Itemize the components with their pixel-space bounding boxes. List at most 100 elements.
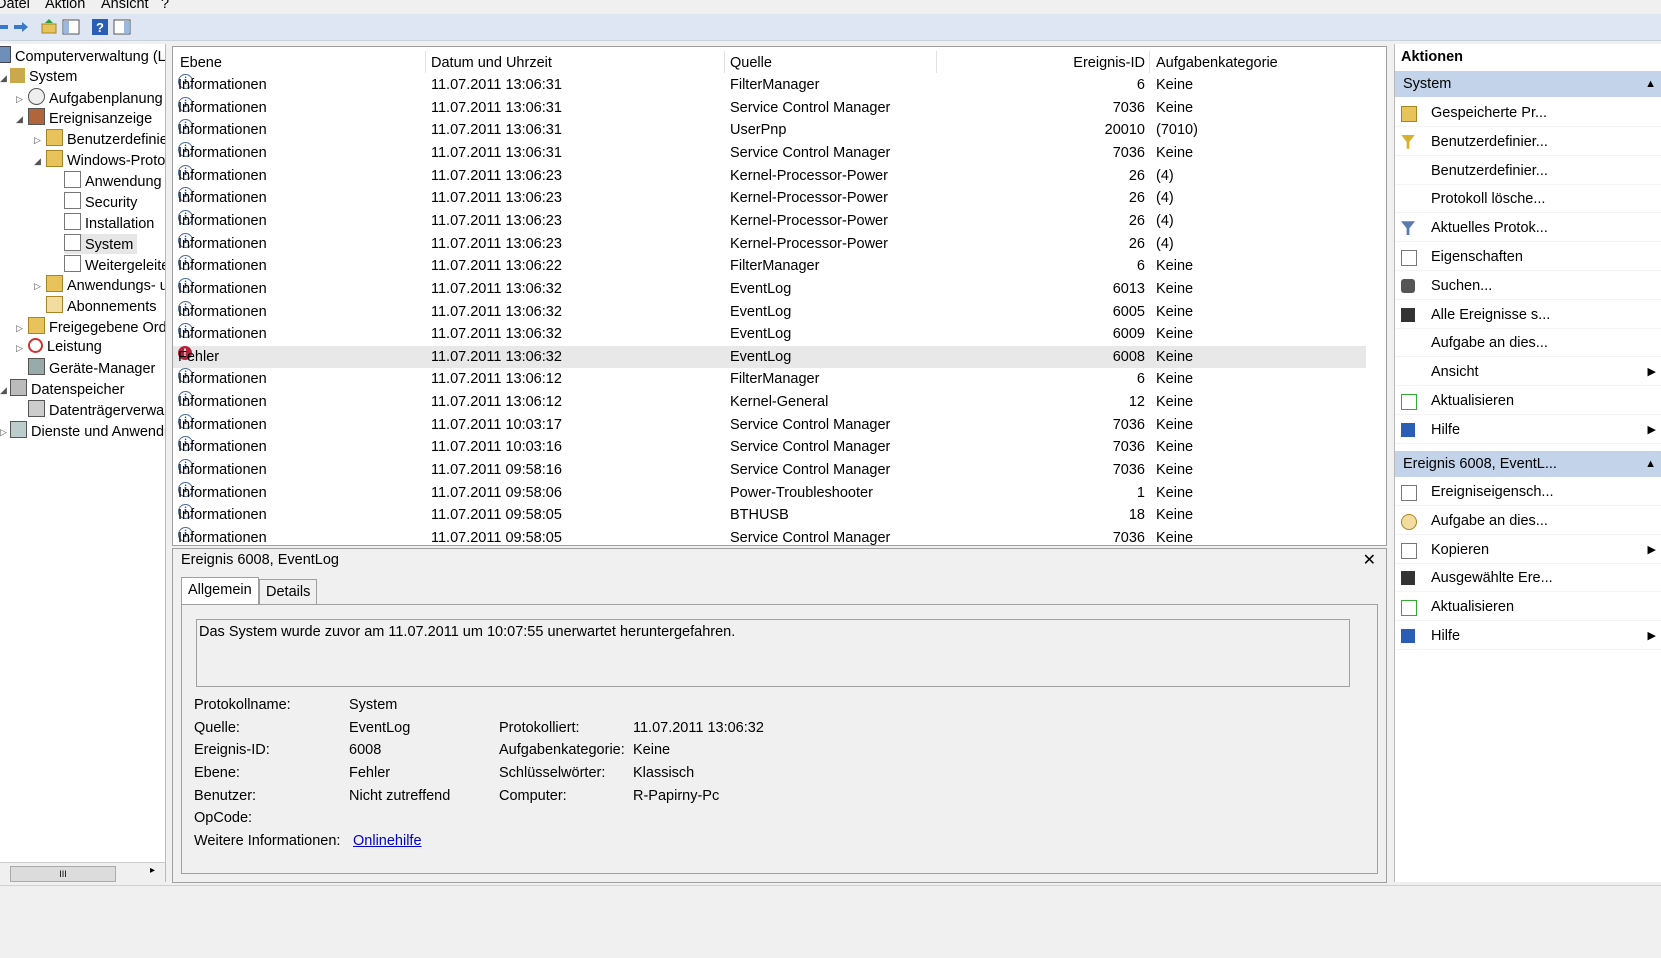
- menu-action[interactable]: Aktion: [45, 0, 85, 12]
- table-row[interactable]: i Informationen 11.07.2011 09:58:16 Service…: [173, 459, 1366, 481]
- action-item[interactable]: Alle Ereignisse s...: [1395, 301, 1661, 329]
- scroll-right-icon[interactable]: ▸: [150, 865, 155, 876]
- menu-help[interactable]: ?: [161, 0, 169, 12]
- action-item[interactable]: Ausgewählte Ere...: [1395, 564, 1661, 593]
- column-divider[interactable]: [425, 51, 426, 73]
- tree-item-services-apps[interactable]: Dienste und Anwendu: [10, 421, 165, 441]
- tree-item-task-scheduler[interactable]: Aufgabenplanung: [28, 88, 163, 108]
- tab-details[interactable]: Details: [259, 579, 318, 604]
- tree-item-security[interactable]: Security: [64, 192, 137, 212]
- table-row[interactable]: i Informationen 11.07.2011 13:06:32 EventLo…: [173, 323, 1366, 345]
- online-help-link[interactable]: Onlinehilfe: [353, 833, 422, 849]
- table-row[interactable]: i Informationen 11.07.2011 09:58:05 BTHUSB 1…: [173, 504, 1366, 526]
- table-row[interactable]: ! Fehler 11.07.2011 13:06:32 EventLog 6008 Ke…: [173, 345, 1366, 368]
- tree-item-storage[interactable]: Datenspeicher: [10, 379, 125, 399]
- tree-item-disk-management[interactable]: Datenträgerverwal: [28, 400, 165, 420]
- action-item[interactable]: Ereigniseigensch...: [1395, 478, 1661, 506]
- table-row[interactable]: i Informationen 11.07.2011 13:06:31 Service…: [173, 141, 1366, 164]
- table-row[interactable]: i Informationen 11.07.2011 13:06:32 EventLo…: [173, 277, 1366, 300]
- column-header-event-id[interactable]: Ereignis-ID: [1053, 53, 1145, 73]
- action-item[interactable]: Aktuelles Protok...: [1395, 214, 1661, 243]
- action-item[interactable]: Ansicht ▶: [1395, 358, 1661, 387]
- column-divider[interactable]: [724, 51, 725, 73]
- column-divider[interactable]: [1149, 51, 1150, 73]
- table-row[interactable]: i Informationen 11.07.2011 09:58:06 Power-T…: [173, 481, 1366, 504]
- tree-item-computer-management[interactable]: Computerverwaltung (Lc: [0, 46, 165, 66]
- tree-horizontal-scrollbar[interactable]: III ▸: [0, 862, 165, 883]
- action-item[interactable]: Benutzerdefinier...: [1395, 128, 1661, 156]
- action-item[interactable]: Aufgabe an dies...: [1395, 507, 1661, 535]
- collapse-icon[interactable]: ◢: [16, 114, 23, 125]
- collapse-up-icon[interactable]: ▲: [1645, 71, 1656, 97]
- action-item[interactable]: Gespeicherte Pr...: [1395, 99, 1661, 127]
- table-row[interactable]: i Informationen 11.07.2011 13:06:23 Kernel-…: [173, 164, 1366, 187]
- cell-source: Kernel-Processor-Power: [730, 190, 888, 207]
- event-message[interactable]: Das System wurde zuvor am 11.07.2011 um …: [196, 619, 1350, 687]
- tree-item-system[interactable]: System: [10, 67, 77, 87]
- collapse-up-icon[interactable]: ▲: [1645, 451, 1656, 477]
- action-item[interactable]: Hilfe ▶: [1395, 416, 1661, 444]
- table-row[interactable]: i Informationen 11.07.2011 13:06:23 Kernel-…: [173, 187, 1366, 209]
- action-item[interactable]: Aktualisieren: [1395, 387, 1661, 415]
- tree-item-app-services-logs[interactable]: Anwendungs- u: [46, 275, 165, 295]
- expand-icon[interactable]: ▷: [0, 427, 7, 438]
- action-item[interactable]: Benutzerdefinier...: [1395, 157, 1661, 185]
- action-item[interactable]: Protokoll lösche...: [1395, 185, 1661, 214]
- tree-item-windows-logs[interactable]: Windows-Protol: [46, 150, 165, 170]
- table-row[interactable]: i Informationen 11.07.2011 13:06:12 Kernel-…: [173, 391, 1366, 413]
- action-item[interactable]: Eigenschaften: [1395, 243, 1661, 271]
- action-item[interactable]: Hilfe ▶: [1395, 622, 1661, 650]
- expand-icon[interactable]: ▷: [16, 343, 23, 354]
- collapse-icon[interactable]: ◢: [0, 73, 7, 84]
- tab-general[interactable]: Allgemein: [181, 577, 259, 604]
- expand-icon[interactable]: ▷: [34, 281, 41, 292]
- column-header-source[interactable]: Quelle: [730, 53, 772, 73]
- tree-item-device-manager[interactable]: Geräte-Manager: [28, 358, 155, 378]
- expand-icon[interactable]: ▷: [16, 94, 23, 105]
- collapse-icon[interactable]: ◢: [34, 156, 41, 167]
- column-header-datetime[interactable]: Datum und Uhrzeit: [431, 53, 552, 73]
- collapse-icon[interactable]: ◢: [0, 385, 7, 396]
- table-row[interactable]: i Informationen 11.07.2011 13:06:23 Kernel-…: [173, 232, 1366, 255]
- tree-item-shared-folders[interactable]: Freigegebene Ordr: [28, 317, 165, 337]
- table-row[interactable]: i Informationen 11.07.2011 10:03:16 Service…: [173, 436, 1366, 458]
- table-row[interactable]: i Informationen 11.07.2011 13:06:12 FilterM…: [173, 368, 1366, 390]
- table-row[interactable]: i Informationen 11.07.2011 13:06:31 UserPnp…: [173, 119, 1366, 141]
- forward-icon[interactable]: [12, 18, 30, 36]
- back-icon[interactable]: [0, 18, 10, 36]
- column-header-level[interactable]: Ebene: [180, 53, 222, 73]
- help-icon[interactable]: ?: [91, 18, 109, 36]
- table-row[interactable]: i Informationen 11.07.2011 13:06:23 Kernel-…: [173, 209, 1366, 232]
- tree-item-subscriptions[interactable]: Abonnements: [46, 296, 156, 316]
- actions-section-system[interactable]: System ▲: [1395, 71, 1661, 97]
- show-hide-actions-icon[interactable]: [113, 18, 131, 36]
- action-item[interactable]: Suchen...: [1395, 272, 1661, 300]
- tree-item-custom-views[interactable]: Benutzerdefinie: [46, 129, 165, 149]
- tree-item-application[interactable]: Anwendung: [64, 171, 162, 191]
- tree-item-installation[interactable]: Installation: [64, 213, 154, 233]
- column-divider[interactable]: [936, 51, 937, 73]
- actions-section-event[interactable]: Ereignis 6008, EventL... ▲: [1395, 451, 1661, 477]
- close-icon[interactable]: ✕: [1363, 550, 1376, 570]
- menu-view[interactable]: Ansicht: [101, 0, 149, 12]
- action-item[interactable]: Aufgabe an dies...: [1395, 329, 1661, 358]
- scrollbar-thumb[interactable]: III: [10, 866, 116, 882]
- tree-item-event-viewer[interactable]: Ereignisanzeige: [28, 108, 152, 128]
- tree-item-forwarded-events[interactable]: Weitergeleite: [64, 255, 165, 275]
- action-item[interactable]: Aktualisieren: [1395, 593, 1661, 622]
- table-row[interactable]: i Informationen 11.07.2011 10:03:17 Service…: [173, 413, 1366, 436]
- table-row[interactable]: i Informationen 11.07.2011 13:06:31 FilterM…: [173, 74, 1366, 96]
- tree-item-performance[interactable]: Leistung: [28, 337, 102, 357]
- table-row[interactable]: i Informationen 11.07.2011 09:58:05 Service…: [173, 527, 1366, 545]
- expand-icon[interactable]: ▷: [16, 323, 23, 334]
- table-row[interactable]: i Informationen 11.07.2011 13:06:32 EventLo…: [173, 300, 1366, 323]
- menu-file[interactable]: Datei: [0, 0, 30, 12]
- show-hide-tree-icon[interactable]: [62, 18, 80, 36]
- tree-item-system-log[interactable]: System: [64, 234, 138, 254]
- table-row[interactable]: i Informationen 11.07.2011 13:06:31 Service…: [173, 96, 1366, 119]
- up-folder-icon[interactable]: [40, 18, 58, 36]
- table-row[interactable]: i Informationen 11.07.2011 13:06:22 FilterM…: [173, 255, 1366, 277]
- action-item[interactable]: Kopieren ▶: [1395, 536, 1661, 564]
- expand-icon[interactable]: ▷: [34, 135, 41, 146]
- column-header-task-category[interactable]: Aufgabenkategorie: [1156, 53, 1278, 73]
